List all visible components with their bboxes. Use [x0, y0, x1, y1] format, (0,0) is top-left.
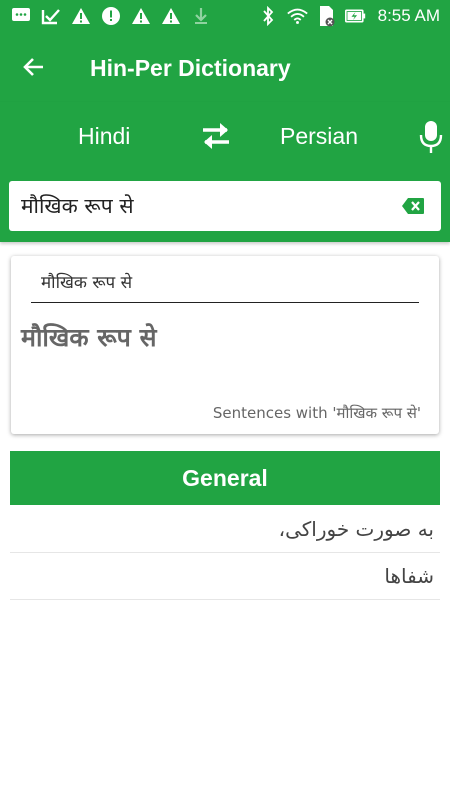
notification-icons [10, 5, 211, 26]
swap-icon [203, 123, 229, 149]
word-card: मौखिक रूप से मौखिक रूप से Sentences with… [11, 256, 439, 434]
sentences-link[interactable]: Sentences with 'मौखिक रूप से' [213, 403, 421, 423]
source-language-button[interactable]: Hindi [78, 123, 130, 150]
arrow-left-icon [23, 58, 43, 76]
warning-icon [160, 5, 181, 26]
list-item[interactable]: شفاها [10, 553, 440, 600]
messages-icon [10, 5, 31, 26]
card-heading: मौखिक रूप से [41, 273, 133, 293]
alert-icon [100, 5, 121, 26]
back-button[interactable] [16, 49, 52, 85]
section-header-general: General [10, 451, 440, 505]
microphone-icon [419, 121, 443, 153]
language-bar: Hindi Persian [0, 102, 450, 242]
download-icon [190, 5, 211, 26]
target-language-button[interactable]: Persian [280, 123, 358, 150]
voice-input-button[interactable] [414, 116, 448, 158]
divider [31, 302, 419, 303]
sim-icon [316, 6, 337, 27]
search-input[interactable] [21, 181, 391, 231]
warning-icon [130, 5, 151, 26]
app-title: Hin-Per Dictionary [90, 55, 291, 81]
clear-search-button[interactable] [401, 197, 425, 215]
card-word: मौखिक रूप से [21, 323, 157, 352]
status-bar: 8:55 AM [0, 0, 450, 32]
warning-icon [70, 5, 91, 26]
swap-languages-button[interactable] [196, 116, 236, 156]
system-icons: 8:55 AM [258, 4, 440, 28]
clock: 8:55 AM [377, 6, 440, 25]
wifi-icon [286, 6, 308, 27]
app-bar: Hin-Per Dictionary [0, 32, 450, 102]
search-box [9, 181, 441, 231]
list-item[interactable]: به صورت خوراکی، [10, 506, 440, 553]
task-check-icon [40, 5, 61, 26]
backspace-clear-icon [402, 198, 424, 214]
battery-charging-icon [344, 6, 366, 27]
bluetooth-icon [258, 6, 279, 27]
